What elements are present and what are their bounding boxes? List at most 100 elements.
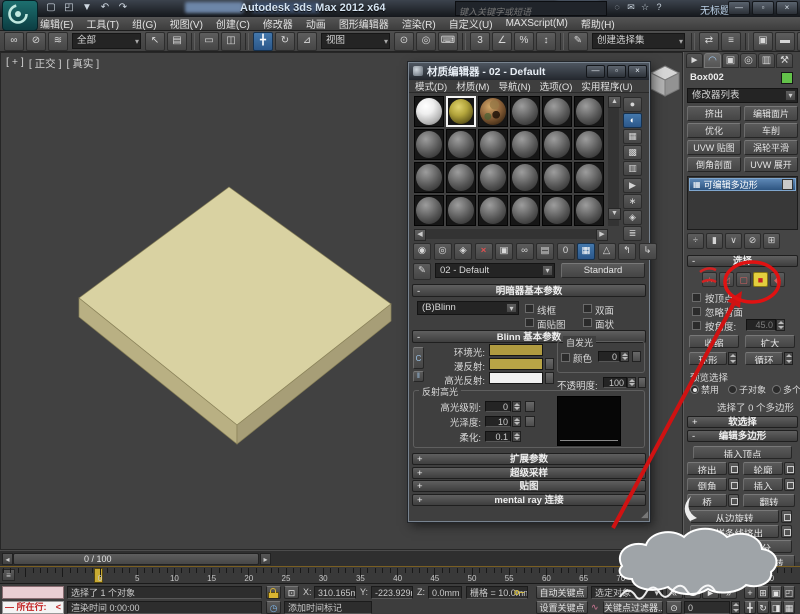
- preview-radio-0[interactable]: [690, 385, 699, 394]
- rollout-edit-polygons[interactable]: -编辑多边形: [687, 430, 798, 442]
- by-angle-spinner[interactable]: [776, 319, 785, 331]
- viewport-label-part-2[interactable]: [ 真实 ]: [66, 56, 99, 71]
- subobject-polygon[interactable]: ■: [753, 272, 768, 287]
- highlight-field-2[interactable]: 0.1: [485, 431, 511, 442]
- highlight-field-1[interactable]: 10: [485, 416, 511, 427]
- sample-slot-7[interactable]: [414, 129, 444, 160]
- go-to-end[interactable]: »: [720, 586, 737, 599]
- scroll-down-icon[interactable]: ▼: [608, 208, 621, 220]
- tab-hierarchy[interactable]: ▣: [722, 53, 739, 68]
- scroll-left-icon[interactable]: ◀: [414, 229, 426, 241]
- make-unique[interactable]: ∞: [516, 243, 534, 260]
- remove-modifier[interactable]: ⊘: [744, 233, 761, 249]
- key-filters-icon[interactable]: ∿: [591, 601, 599, 614]
- sample-uv-tiling[interactable]: ▩: [623, 145, 642, 160]
- select-by-name[interactable]: ▤: [167, 32, 187, 51]
- extrude-along-spline-button[interactable]: 沿样条线挤出: [690, 525, 779, 538]
- subobject-vertex[interactable]: ∴: [702, 272, 717, 287]
- ambient-diffuse-lock-button[interactable]: C: [413, 347, 424, 369]
- chevron-down-icon[interactable]: ▾: [785, 90, 796, 101]
- minimize-button[interactable]: —: [728, 1, 750, 15]
- edit-named-selection-sets[interactable]: ✎: [568, 32, 588, 51]
- highlight-spinner-1[interactable]: [512, 416, 521, 427]
- scroll-up-icon[interactable]: ▲: [608, 96, 621, 108]
- modifier-button-0[interactable]: 挤出: [687, 106, 741, 121]
- show-end-result[interactable]: △: [598, 243, 616, 260]
- zoom-all[interactable]: ⊞: [757, 586, 769, 599]
- shader-type-dropdown[interactable]: (B)Blinn ▾: [417, 301, 519, 315]
- me-menu-item-4[interactable]: 实用程序(U): [581, 79, 632, 93]
- track-bar[interactable]: ≡ 051015202530354045505560657075808590: [0, 566, 800, 584]
- modifier-button-2[interactable]: 优化: [687, 123, 741, 138]
- close-button[interactable]: ×: [776, 1, 798, 15]
- maxscript-listener-bottom[interactable]: — 所在行: <: [2, 601, 64, 614]
- extrude-along-spline-settings-button[interactable]: [781, 525, 792, 538]
- editpoly-轮廓-button[interactable]: 轮廓: [743, 462, 783, 475]
- by-angle-checkbox[interactable]: [692, 321, 701, 330]
- pick-material-eyedropper[interactable]: ✎: [413, 263, 431, 280]
- rollout-soft-selection[interactable]: +软选择: [687, 416, 798, 428]
- menu-item-5[interactable]: 修改器: [263, 16, 293, 31]
- graphite-ribbon-toggle[interactable]: ▬: [775, 32, 795, 51]
- chevron-down-icon[interactable]: ▾: [506, 303, 517, 313]
- time-slider-handle[interactable]: 0 / 100: [13, 553, 259, 565]
- highlight-spinner-0[interactable]: [512, 401, 521, 412]
- sample-slot-3[interactable]: [478, 96, 508, 127]
- maximize-viewport-toggle[interactable]: ◨: [770, 601, 782, 614]
- opacity-field[interactable]: 100: [603, 377, 627, 388]
- sample-slot-13[interactable]: [414, 162, 444, 193]
- zoom-extents[interactable]: ▣: [770, 586, 782, 599]
- editpoly-桥-settings-button[interactable]: [728, 494, 739, 507]
- open-file-icon[interactable]: ◰: [61, 1, 77, 15]
- editpoly-倒角-settings-button[interactable]: [728, 478, 739, 491]
- spinner-snap-toggle[interactable]: ↕: [536, 32, 556, 51]
- reset-map[interactable]: ×: [475, 243, 493, 260]
- menu-item-11[interactable]: 帮助(H): [581, 16, 615, 31]
- tab-motion[interactable]: ◎: [740, 53, 757, 68]
- resize-grip[interactable]: ◢: [641, 509, 648, 520]
- pin-stack[interactable]: ÷: [687, 233, 704, 249]
- rollout-shader-basic-parameters[interactable]: -明暗器基本参数: [412, 284, 646, 297]
- highlight-map-button-0[interactable]: [525, 401, 535, 412]
- by-angle-field[interactable]: 45.0: [746, 319, 776, 331]
- select-and-manipulate[interactable]: ◎: [416, 32, 436, 51]
- menu-item-4[interactable]: 创建(C): [216, 16, 250, 31]
- select-object[interactable]: ↖: [145, 32, 165, 51]
- select-and-rotate[interactable]: ↻: [275, 32, 295, 51]
- hinge-settings-button[interactable]: [781, 510, 792, 523]
- selected-filter-dropdown[interactable]: 选定对象▾: [591, 586, 663, 599]
- viewport-label-part-1[interactable]: [ 正交 ]: [29, 56, 62, 71]
- subobject-border[interactable]: ▢: [736, 272, 751, 287]
- select-and-scale[interactable]: ⊿: [297, 32, 317, 51]
- background[interactable]: ▦: [623, 129, 642, 144]
- snaps-toggle[interactable]: 3: [470, 32, 490, 51]
- rollout-collapsed-2[interactable]: +贴图: [412, 480, 646, 492]
- menu-item-10[interactable]: MAXScript(M): [506, 18, 568, 29]
- sample-slot-22[interactable]: [510, 195, 540, 226]
- sample-slot-18[interactable]: [574, 162, 604, 193]
- sample-slot-5[interactable]: [542, 96, 572, 127]
- stack-item-editable-poly[interactable]: ▦ 可编辑多边形: [689, 178, 796, 191]
- menu-item-7[interactable]: 图形编辑器: [339, 16, 389, 31]
- sample-type[interactable]: ●: [623, 97, 642, 112]
- play-animation[interactable]: ►: [702, 586, 719, 599]
- unlink-selection[interactable]: ⊘: [26, 32, 46, 51]
- menu-item-2[interactable]: 组(G): [132, 16, 156, 31]
- by-vertex-checkbox[interactable]: [692, 293, 701, 302]
- y-coordinate-field[interactable]: -223.929mm: [371, 586, 413, 599]
- hinge-from-edge-button[interactable]: 从边旋转: [690, 510, 779, 523]
- pan-view[interactable]: ╋: [744, 601, 756, 614]
- named-selection-sets-dropdown[interactable]: 创建选择集: [592, 33, 685, 49]
- highlight-field-0[interactable]: 0: [485, 401, 511, 412]
- sample-slot-8[interactable]: [446, 129, 476, 160]
- rollout-collapsed-1[interactable]: +超级采样: [412, 467, 646, 479]
- scroll-right-icon[interactable]: ▶: [596, 229, 608, 241]
- maximize-button[interactable]: ▫: [752, 1, 774, 15]
- menu-item-3[interactable]: 视图(V): [170, 16, 203, 31]
- video-color-check[interactable]: ▥: [623, 161, 642, 176]
- menu-item-0[interactable]: 编辑(E): [40, 16, 73, 31]
- me-menu-item-0[interactable]: 模式(D): [415, 79, 447, 93]
- opacity-spinner[interactable]: [627, 377, 636, 388]
- infocenter-search[interactable]: [455, 1, 607, 16]
- menu-item-1[interactable]: 工具(T): [86, 16, 119, 31]
